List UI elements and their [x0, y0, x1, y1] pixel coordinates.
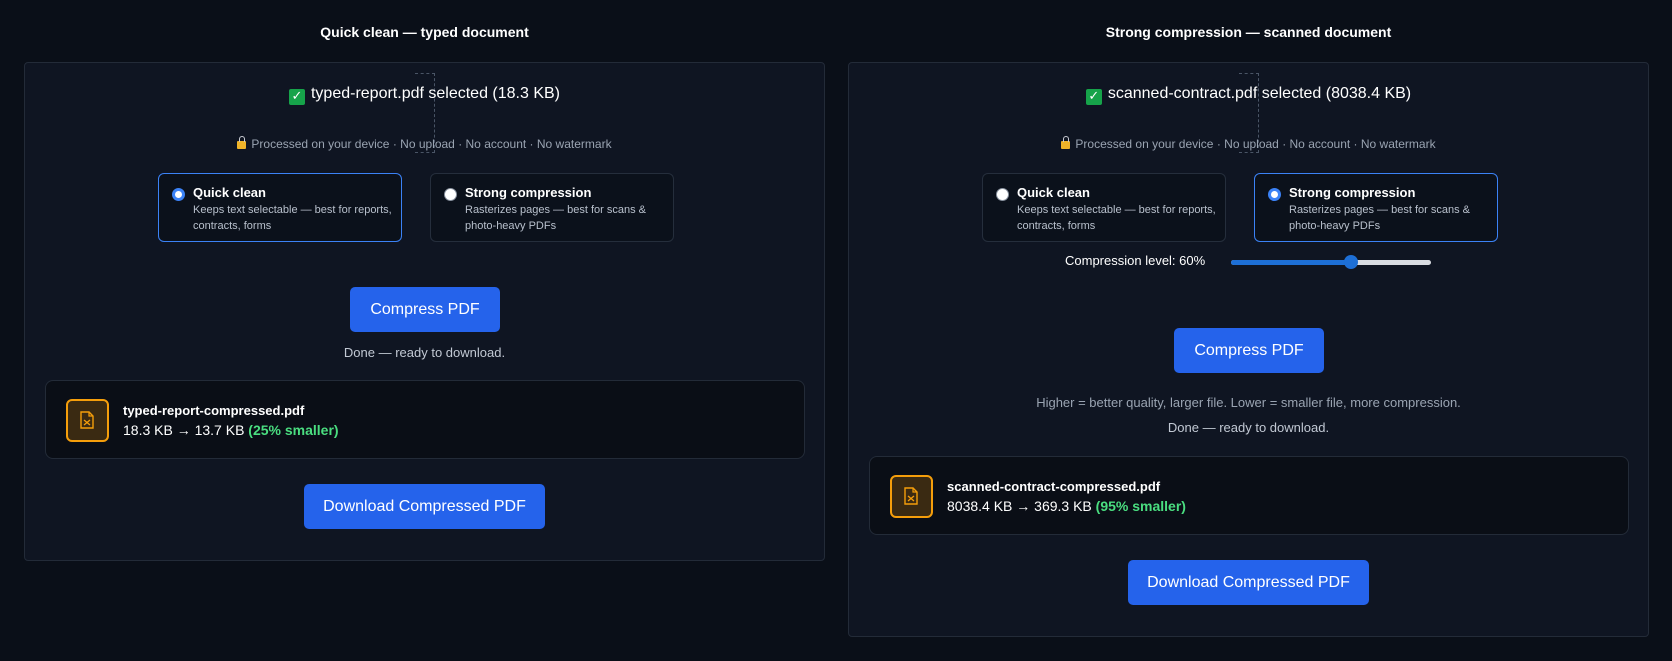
radio-quick-clean[interactable] — [996, 188, 1009, 201]
compression-level-slider[interactable] — [1231, 255, 1431, 269]
compress-pdf-button[interactable]: Compress PDF — [1174, 328, 1324, 373]
compress-pdf-button[interactable]: Compress PDF — [350, 287, 500, 332]
selected-file-line: ✓ scanned-contract.pdf selected (8038.4 K… — [849, 85, 1648, 105]
privacy-note: Processed on your device · No upload · N… — [25, 136, 824, 151]
option-title: Quick clean — [193, 185, 266, 200]
lock-icon — [237, 136, 247, 149]
radio-quick-clean[interactable] — [172, 188, 185, 201]
selected-file-text: typed-report.pdf selected (18.3 KB) — [310, 85, 561, 102]
compressed-file-icon — [66, 399, 109, 442]
option-description: Rasterizes pages — best for scans & phot… — [1289, 204, 1470, 232]
option-title: Strong compression — [465, 185, 592, 200]
size-change: 8038.4 KB → 369.3 KB — [947, 498, 1092, 514]
option-title: Strong compression — [1289, 185, 1416, 200]
status-text: Done — ready to download. — [343, 345, 506, 360]
option-strong-compression[interactable]: Strong compression Rasterizes pages — be… — [1254, 173, 1498, 242]
savings-percent: (25% smaller) — [248, 422, 339, 438]
slider-fill — [1231, 260, 1351, 265]
result-sizes: 8038.4 KB → 369.3 KB (95% smaller) — [947, 498, 1186, 514]
option-strong-compression[interactable]: Strong compression Rasterizes pages — be… — [430, 173, 674, 242]
privacy-text: Processed on your device · No upload · N… — [1075, 137, 1436, 151]
result-filename: scanned-contract-compressed.pdf — [947, 479, 1161, 494]
status-text: Done — ready to download. — [1167, 420, 1330, 435]
radio-strong-compression[interactable] — [1268, 188, 1281, 201]
right-compress-panel: ✓ scanned-contract.pdf selected (8038.4 K… — [848, 62, 1649, 637]
privacy-note: Processed on your device · No upload · N… — [849, 136, 1648, 151]
download-compressed-button[interactable]: Download Compressed PDF — [1128, 560, 1369, 605]
quality-hint: Higher = better quality, larger file. Lo… — [1036, 395, 1461, 410]
option-description: Keeps text selectable — best for reports… — [193, 204, 392, 232]
result-card: typed-report-compressed.pdf 18.3 KB → 13… — [45, 380, 805, 459]
selected-file-text: scanned-contract.pdf selected (8038.4 KB… — [1107, 85, 1412, 102]
lock-icon — [1061, 136, 1071, 149]
compression-level-label: Compression level: 60% — [1065, 253, 1206, 268]
size-change: 18.3 KB → 13.7 KB — [123, 422, 245, 438]
option-quick-clean[interactable]: Quick clean Keeps text selectable — best… — [158, 173, 402, 242]
compressed-file-icon — [890, 475, 933, 518]
slider-thumb[interactable] — [1344, 255, 1358, 269]
option-description: Keeps text selectable — best for reports… — [1017, 204, 1216, 232]
right-column-title: Strong compression — scanned document — [1105, 24, 1392, 40]
option-description: Rasterizes pages — best for scans & phot… — [465, 204, 646, 232]
result-filename: typed-report-compressed.pdf — [123, 403, 305, 418]
savings-percent: (95% smaller) — [1095, 498, 1186, 514]
option-quick-clean[interactable]: Quick clean Keeps text selectable — best… — [982, 173, 1226, 242]
radio-strong-compression[interactable] — [444, 188, 457, 201]
left-column-title: Quick clean — typed document — [320, 24, 529, 40]
result-sizes: 18.3 KB → 13.7 KB (25% smaller) — [123, 422, 339, 438]
left-compress-panel: ✓ typed-report.pdf selected (18.3 KB) Pro… — [24, 62, 825, 561]
check-icon: ✓ — [288, 89, 305, 105]
option-title: Quick clean — [1017, 185, 1090, 200]
result-card: scanned-contract-compressed.pdf 8038.4 K… — [869, 456, 1629, 535]
check-icon: ✓ — [1085, 89, 1102, 105]
selected-file-line: ✓ typed-report.pdf selected (18.3 KB) — [25, 85, 824, 105]
download-compressed-button[interactable]: Download Compressed PDF — [304, 484, 545, 529]
privacy-text: Processed on your device · No upload · N… — [251, 137, 612, 151]
